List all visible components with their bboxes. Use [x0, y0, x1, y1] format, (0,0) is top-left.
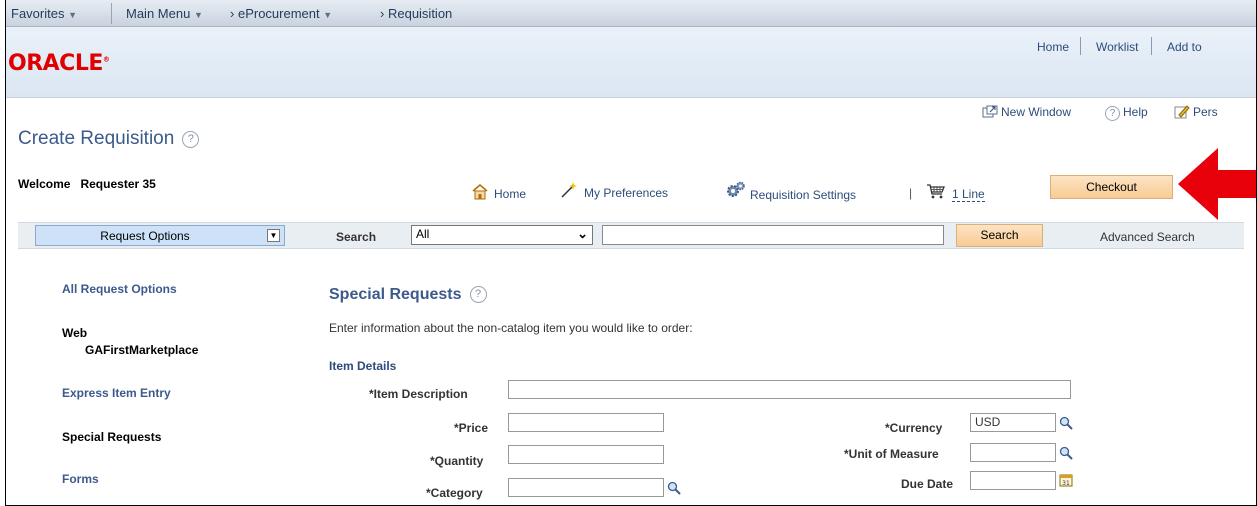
unit-of-measure-field[interactable]: [970, 443, 1056, 462]
header-add-to-link[interactable]: Add to: [1167, 40, 1202, 54]
header-divider: [1080, 37, 1081, 55]
top-nav-bar: Favorites ▼ Main Menu ▼ › eProcurement ▼…: [6, 0, 1256, 27]
special-requests-title-text: Special Requests: [329, 286, 462, 303]
request-options-dropdown[interactable]: Request Options ▼: [35, 225, 285, 246]
svg-text:31: 31: [1062, 480, 1070, 487]
search-scope-select[interactable]: All ⌄: [411, 225, 593, 245]
my-preferences-link[interactable]: My Preferences: [560, 181, 668, 200]
quantity-label: *Quantity: [430, 454, 484, 468]
price-field[interactable]: [508, 413, 664, 432]
sidebar-item-special-requests[interactable]: Special Requests: [62, 430, 161, 444]
search-scope-value: All: [416, 227, 430, 241]
breadcrumb-requisition-label: Requisition: [387, 6, 453, 21]
page-title-text: Create Requisition: [18, 128, 175, 149]
breadcrumb-eprocurement[interactable]: › eProcurement ▼: [230, 6, 332, 21]
personalize-pencil-icon: [1174, 105, 1190, 119]
due-date-label: Due Date: [901, 477, 954, 491]
personalize-label: Pers: [1193, 105, 1218, 119]
calendar-icon[interactable]: 31: [1059, 473, 1073, 487]
checkout-button[interactable]: Checkout: [1050, 175, 1173, 199]
nav-divider: [111, 3, 112, 24]
currency-field[interactable]: USD: [970, 413, 1056, 432]
annotation-arrow-icon: [1178, 148, 1256, 220]
price-label: *Price: [454, 421, 489, 435]
requisition-settings-label: Requisition Settings: [750, 188, 857, 202]
chevron-down-icon: ▼: [323, 10, 333, 20]
currency-lookup-icon[interactable]: [1059, 416, 1073, 430]
new-window-icon: [982, 105, 998, 118]
unit-of-measure-label: *Unit of Measure: [844, 447, 939, 461]
welcome-label: Welcome: [18, 177, 71, 191]
favorites-label: Favorites: [11, 6, 65, 21]
search-input[interactable]: [602, 225, 944, 245]
header-worklist-link[interactable]: Worklist: [1096, 40, 1138, 54]
app-window: Favorites ▼ Main Menu ▼ › eProcurement ▼…: [5, 0, 1257, 506]
oracle-logo: ORACLE®: [8, 51, 110, 76]
item-details-heading: Item Details: [329, 359, 397, 373]
new-window-label: New Window: [1001, 105, 1072, 119]
special-requests-title: Special Requests?: [329, 286, 487, 304]
category-lookup-icon[interactable]: [667, 481, 681, 495]
due-date-field[interactable]: [970, 471, 1056, 490]
trademark-mark: ®: [102, 55, 110, 64]
header-home-link[interactable]: Home: [1037, 40, 1069, 54]
welcome-line: Welcome Requester 35: [18, 177, 156, 191]
help-icon: ?: [1105, 106, 1120, 121]
main-menu-label: Main Menu: [126, 6, 191, 21]
user-name: Requester 35: [80, 177, 156, 191]
search-label: Search: [336, 230, 377, 244]
request-options-label: Request Options: [100, 229, 190, 243]
cart-lines-label: 1 Line: [952, 187, 985, 202]
sidebar-item-all-request-options[interactable]: All Request Options: [62, 282, 177, 296]
main-menu[interactable]: Main Menu ▼: [126, 6, 203, 21]
breadcrumb-chevron-icon: ›: [380, 6, 385, 21]
quantity-field[interactable]: [508, 445, 664, 464]
chevron-down-icon: ▼: [193, 10, 203, 20]
cart-link[interactable]: 1 Line: [926, 183, 985, 202]
chevron-down-icon: ▼: [68, 10, 78, 20]
breadcrumb-chevron-icon: ›: [230, 6, 235, 21]
breadcrumb-requisition[interactable]: › Requisition: [380, 6, 452, 21]
dropdown-arrow-icon: ▼: [267, 229, 280, 242]
unit-of-measure-lookup-icon[interactable]: [1059, 446, 1073, 460]
section-help-icon[interactable]: ?: [469, 286, 487, 303]
new-window-link[interactable]: New Window: [982, 105, 1071, 119]
search-button[interactable]: Search: [956, 224, 1043, 247]
favorites-menu[interactable]: Favorites ▼: [11, 6, 77, 21]
personalize-link[interactable]: Pers: [1174, 105, 1218, 119]
category-field[interactable]: [508, 478, 664, 497]
req-home-link[interactable]: Home: [471, 183, 526, 201]
sidebar-item-gafirstmarketplace[interactable]: GAFirstMarketplace: [85, 343, 198, 357]
requisition-settings-link[interactable]: Requisition Settings: [726, 181, 856, 202]
page-title: Create Requisition?: [18, 128, 200, 150]
special-requests-intro: Enter information about the non-catalog …: [329, 321, 693, 335]
item-description-field[interactable]: [508, 380, 1071, 399]
search-bar: Request Options ▼ Search All ⌄ Search Ad…: [18, 222, 1244, 249]
help-label: Help: [1123, 105, 1148, 119]
item-description-label: *Item Description: [369, 387, 468, 401]
breadcrumb-eprocurement-label: eProcurement: [237, 6, 320, 21]
magic-wand-icon: [561, 182, 577, 198]
chevron-down-icon: ⌄: [577, 226, 588, 241]
advanced-search-link[interactable]: Advanced Search: [1100, 230, 1195, 244]
req-home-label: Home: [494, 187, 527, 201]
settings-gears-icon: [727, 181, 745, 197]
currency-label: *Currency: [885, 421, 943, 435]
home-icon: [472, 184, 488, 200]
category-label: *Category: [426, 486, 483, 500]
header-divider: [1151, 37, 1152, 55]
sidebar-item-express-item-entry[interactable]: Express Item Entry: [62, 386, 171, 400]
my-preferences-label: My Preferences: [584, 186, 669, 200]
sidebar-item-forms[interactable]: Forms: [62, 472, 99, 486]
logo-text: ORACLE: [8, 51, 103, 76]
header-banner: ORACLE® Home Worklist Add to: [6, 27, 1256, 98]
help-link[interactable]: ? Help: [1105, 105, 1148, 121]
shopping-cart-icon: [927, 184, 945, 199]
nav-separator: |: [909, 186, 913, 200]
sidebar-item-web: Web: [62, 326, 88, 340]
page-help-icon[interactable]: ?: [182, 131, 200, 148]
